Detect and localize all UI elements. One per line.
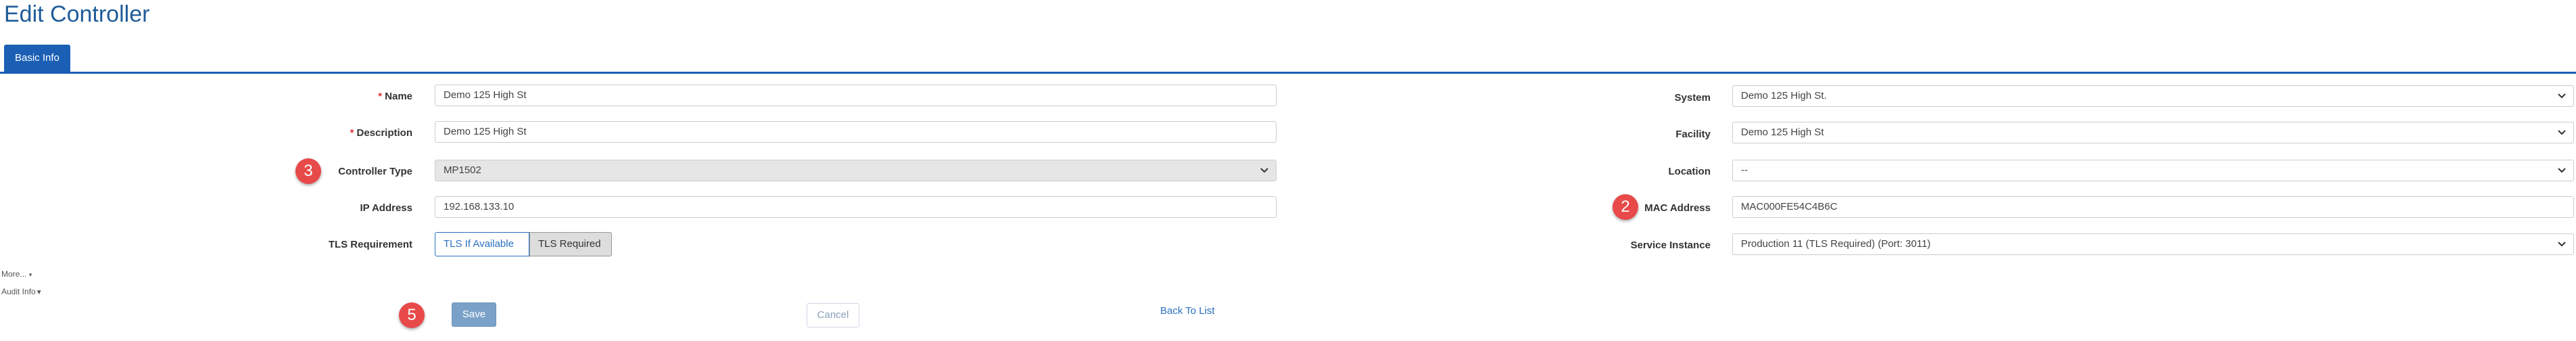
tls-required-option[interactable]: TLS Required — [529, 232, 612, 256]
description-field[interactable]: Demo 125 High St — [435, 121, 1277, 143]
system-select[interactable]: Demo 125 High St. — [1732, 85, 2574, 107]
controller-type-label: Controller Type — [338, 166, 412, 177]
chevron-down-icon — [2558, 93, 2566, 99]
location-value: -- — [1741, 164, 1748, 176]
chevron-down-icon — [2558, 130, 2566, 135]
required-marker: * — [350, 127, 354, 139]
service-instance-value: Production 11 (TLS Required) (Port: 3011… — [1741, 238, 1931, 250]
facility-label: Facility — [1675, 129, 1711, 140]
name-label: * Name — [378, 91, 412, 102]
service-instance-label: Service Instance — [1630, 240, 1711, 251]
name-field[interactable]: Demo 125 High St — [435, 85, 1277, 106]
mac-address-field[interactable]: MAC000FE54C4B6C — [1732, 196, 2574, 218]
ip-address-label: IP Address — [360, 202, 412, 214]
chevron-down-icon — [1260, 168, 1268, 173]
facility-value: Demo 125 High St — [1741, 127, 1824, 138]
chevron-down-icon — [2558, 242, 2566, 247]
tab-divider — [0, 72, 2576, 74]
audit-info-link[interactable]: Audit Info▼ — [1, 287, 43, 296]
system-value: Demo 125 High St. — [1741, 90, 1827, 101]
location-select[interactable]: -- — [1732, 160, 2574, 181]
cancel-button[interactable]: Cancel — [807, 303, 859, 327]
facility-select[interactable]: Demo 125 High St — [1732, 122, 2574, 143]
service-instance-select[interactable]: Production 11 (TLS Required) (Port: 3011… — [1732, 233, 2574, 255]
location-label: Location — [1668, 166, 1711, 177]
step-badge-save: 5 — [399, 302, 425, 328]
system-label: System — [1674, 92, 1711, 104]
back-to-list-link[interactable]: Back To List — [1160, 305, 1215, 317]
tls-if-available-option[interactable]: TLS If Available — [435, 232, 529, 256]
caret-icon: ▾ — [28, 271, 32, 278]
tab-basic-info[interactable]: Basic Info — [4, 45, 70, 72]
controller-type-select[interactable]: MP1502 — [435, 160, 1277, 181]
required-marker: * — [378, 91, 383, 102]
chevron-down-icon — [2558, 168, 2566, 173]
description-label: * Description — [350, 127, 412, 139]
tls-requirement-label: TLS Requirement — [328, 239, 412, 250]
caret-down-icon: ▼ — [35, 289, 43, 296]
save-button[interactable]: Save — [452, 302, 496, 327]
mac-address-label: MAC Address — [1644, 202, 1711, 214]
controller-type-value: MP1502 — [444, 164, 481, 176]
page-title: Edit Controller — [4, 1, 150, 27]
more-link[interactable]: More... ▾ — [1, 269, 32, 279]
ip-address-field[interactable]: 192.168.133.10 — [435, 196, 1277, 218]
